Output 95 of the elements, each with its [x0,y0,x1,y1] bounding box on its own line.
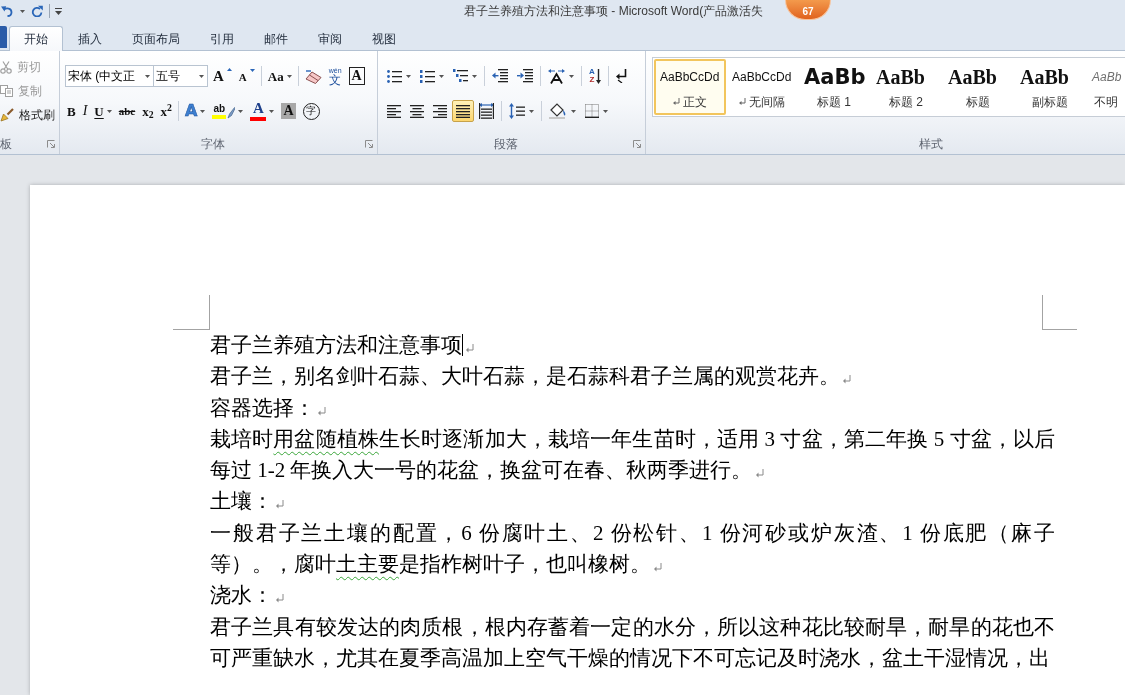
caret-icon [145,74,150,78]
ribbon-tab[interactable]: 引用 [195,26,249,51]
ribbon-tab[interactable]: 页面布局 [117,26,195,51]
customize-icon [55,7,62,15]
style-label: 正文 [683,96,707,108]
redo-icon [31,5,43,17]
font-color-button[interactable]: A [247,100,278,122]
return-arrow-icon [615,69,628,83]
style-sample: AaBb [804,66,866,88]
ribbon-tab[interactable]: 插入 [63,26,117,51]
style-sample: AaBb [948,67,997,87]
ribbon-tab[interactable]: 审阅 [303,26,357,51]
copy-icon [0,85,13,97]
indent-icon [517,69,533,83]
line-spacing-icon [509,103,525,119]
window-title: 君子兰养殖方法和注意事项 - Microsoft Word(产品激活失 [464,5,764,17]
grow-font-button[interactable]: A [210,65,235,87]
paragraph-text: 土壤： [210,489,273,514]
style-item[interactable]: AaBbCcDd 无间隔 [726,59,798,115]
style-sample: AaBb [1020,67,1069,87]
launcher-icon[interactable] [633,140,641,148]
outdent-icon [492,69,508,83]
undo-icon [1,5,13,17]
style-label: 副标题 [1032,96,1068,108]
distributed-align-icon [479,103,494,119]
align-center-icon [410,104,424,118]
style-sample: AaBb [876,67,925,87]
paint-bucket-icon [549,103,567,119]
pen-icon [227,106,236,119]
paragraph-text: 栽培时用盆随植株生长时逐渐加大，栽培一年生苗时，适用 3 寸盆，第二年换 5 寸盆，以后每过 1-2 年换入大一号的花盆，换盆可在春、秋两季进行。 [210,426,1056,483]
highlight-button[interactable]: ab [209,100,247,122]
shrink-font-button[interactable]: A [235,65,258,87]
italic-button[interactable]: I [79,100,91,122]
scissors-icon [0,60,12,74]
undo-button[interactable] [1,5,25,17]
style-item[interactable]: AaBb 不明 [1086,59,1125,115]
underline-button[interactable]: U [91,100,115,122]
style-item[interactable]: AaBb 标题 [942,59,1014,115]
style-label: 不明 [1093,96,1118,108]
bold-button[interactable]: B [64,100,79,122]
eraser-icon [304,68,322,84]
clipboard-button[interactable]: 格式刷 [0,103,59,127]
text-effects-button[interactable]: A [182,100,209,122]
caret-icon [199,74,204,78]
down-triangle-icon [249,69,255,72]
crop-mark [1042,295,1077,330]
group-label: 板 [0,138,12,150]
subscript-button[interactable]: x$_{2}$ [139,100,157,122]
style-sample: AaBbCcDd [732,71,792,83]
customize-button[interactable] [55,7,62,15]
launcher-icon[interactable] [47,140,55,148]
strikethrough-button[interactable]: abc [115,100,139,122]
style-item[interactable]: AaBb 标题 2 [870,59,942,115]
font-name-field[interactable]: 宋体 (中文正 [65,65,154,87]
align-left-icon [387,104,401,118]
crop-mark [173,295,210,330]
align-right-icon [433,104,447,118]
style-item[interactable]: AaBb 副标题 [1014,59,1086,115]
redo-button[interactable] [31,5,43,17]
style-item[interactable]: AaBbCcDd 正文 [654,59,726,115]
superscript-button[interactable]: x$^{2}$ [157,100,175,122]
style-label: 无间隔 [749,96,785,108]
multilevel-list-icon [453,69,468,83]
ribbon-tab[interactable]: 邮件 [249,26,303,51]
border-grid-icon [585,104,599,118]
launcher-icon[interactable] [365,140,373,148]
group-label: 字体 [200,138,225,150]
justify-button[interactable] [452,100,474,122]
character-shading-button[interactable]: A [278,100,299,122]
paragraph-text: 容器选择： [210,395,315,420]
numbered-list-icon [420,69,435,83]
up-triangle-icon [226,68,232,71]
caret-icon [20,9,25,13]
style-item[interactable]: AaBb 标题 1 [798,59,870,115]
style-label: 标题 [966,96,990,108]
change-case-button[interactable]: Aa [264,65,295,87]
group-label: 样式 [919,138,943,150]
paragraph-text: 一般君子兰土壤的配置，6 份腐叶土、2 份松针、1 份河砂或炉灰渣、1 份底肥（麻子等）。，腐叶土主要是指柞树叶子，也叫橡树。 [210,520,1055,577]
paragraph-text: 君子兰养殖方法和注意事项 [210,333,462,357]
sort-button[interactable]: A Z [585,65,605,87]
ribbon-tab[interactable]: 开始 [9,26,63,51]
style-sample: AaBb [1092,71,1122,83]
ribbon-tab[interactable]: 视图 [357,26,411,51]
font-size-field[interactable]: 五号 [154,65,208,87]
bullet-list-icon [387,69,402,83]
brush-icon [0,108,14,122]
paragraph-text: 浇水： [210,583,273,608]
justify-icon [456,104,470,118]
paragraph-text: 君子兰，别名剑叶石蒜、大叶石蒜，是石蒜科君子兰属的观赏花卉。 [210,364,840,389]
paragraph-text: 君子兰具有较发达的肉质根，根内存蓄着一定的水分，所以这种花比较耐旱，耐旱的花也不可严重缺水，尤其在夏季高温加上空气干燥的情况下不可忘记及时浇水，盆土干湿情况，出 [210,614,1055,670]
style-label: 标题 1 [817,96,851,108]
triangle-arrows-icon [548,68,565,84]
style-sample: AaBbCcDd [660,71,720,83]
group-label: 段落 [493,138,518,150]
style-label: 标题 2 [889,96,923,108]
